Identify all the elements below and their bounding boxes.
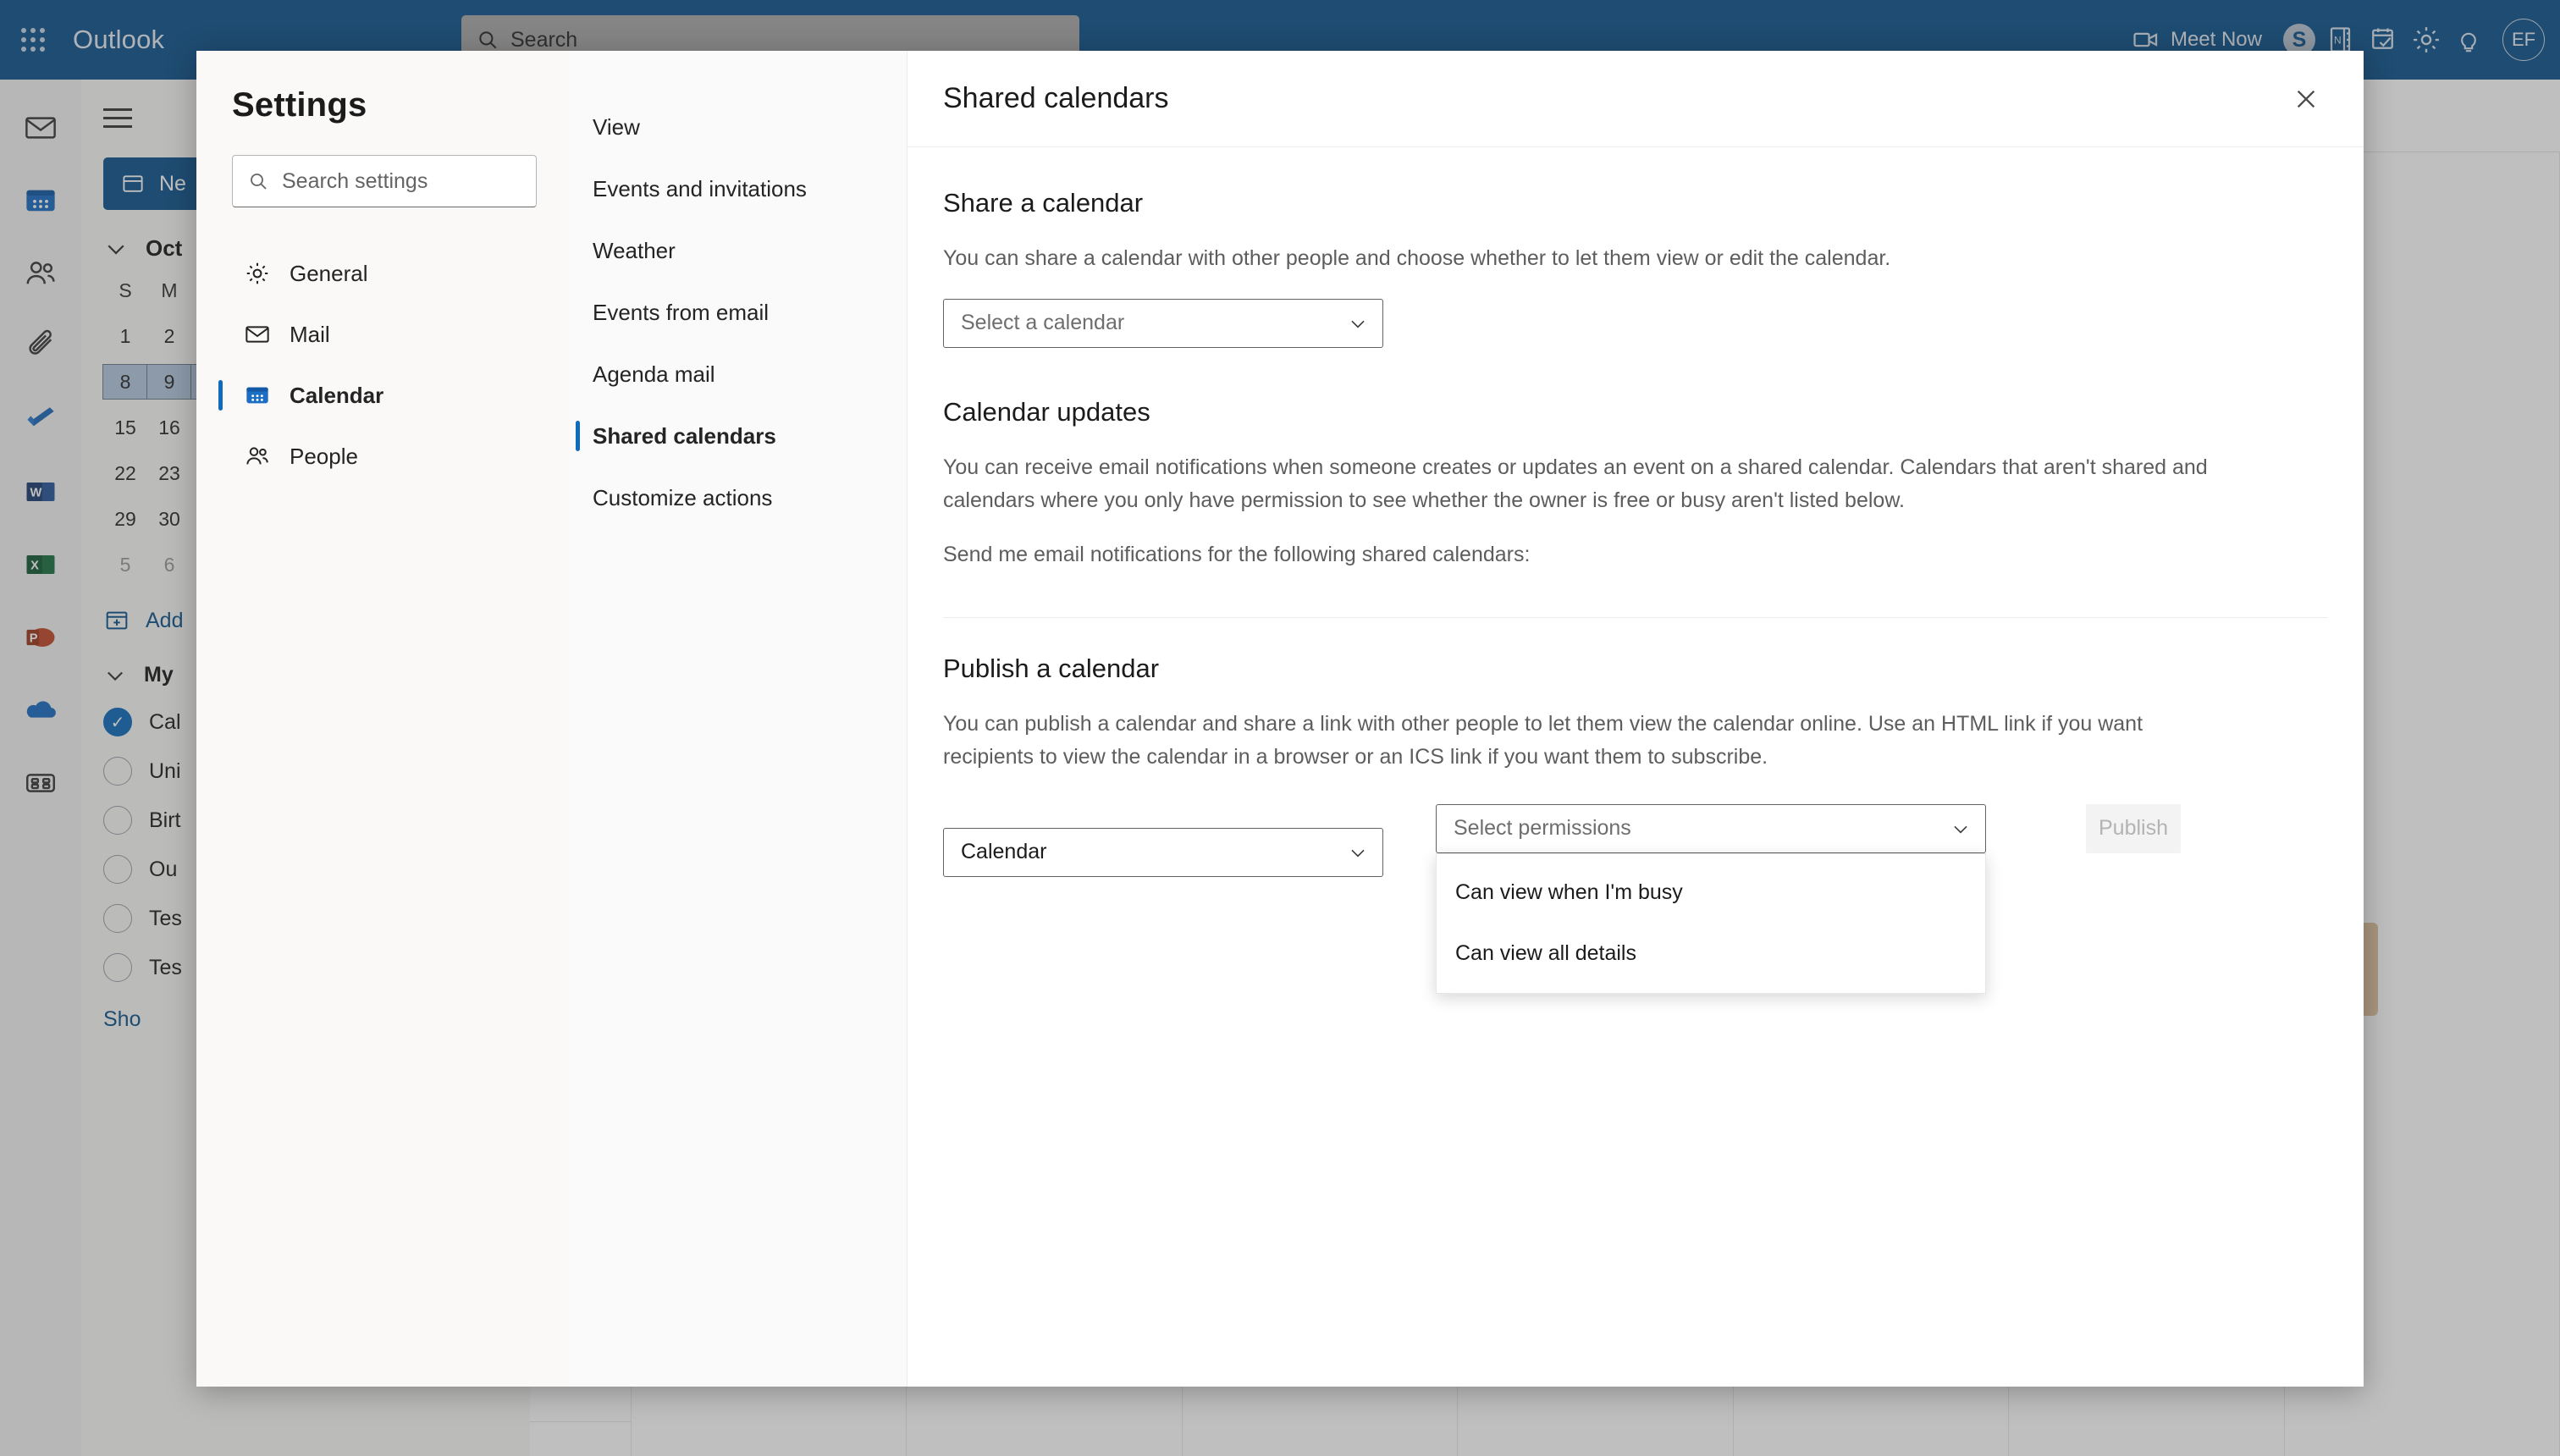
settings-category-general[interactable]: General — [232, 243, 540, 304]
permissions-option-label: Can view when I'm busy — [1455, 880, 1683, 904]
publish-calendar-controls: Calendar Select permissions Can view whe… — [943, 803, 2328, 994]
settings-content-heading: Shared calendars — [943, 82, 1169, 114]
publish-permissions-wrapper: Select permissions Can view when I'm bus… — [1436, 803, 1986, 994]
settings-subnav-view[interactable]: View — [569, 97, 907, 157]
share-calendar-description: You can share a calendar with other peop… — [943, 246, 1891, 270]
calendar-updates-section-title: Calendar updates — [943, 396, 1150, 427]
settings-category-list: General Mail Calendar People — [218, 243, 540, 487]
publish-calendar-select[interactable]: Calendar — [943, 827, 1383, 877]
settings-category-label: Mail — [290, 321, 330, 347]
settings-category-label: Calendar — [290, 382, 384, 408]
settings-subnav-shared-calendars[interactable]: Shared calendars — [569, 405, 907, 466]
settings-category-pane: Settings Search settings General Mail Ca… — [196, 51, 569, 1387]
settings-content-body: Share a calendar You can share a calenda… — [908, 147, 2364, 994]
publish-permissions-select-value: Select permissions — [1454, 816, 1631, 840]
publish-permissions-select[interactable]: Select permissions — [1436, 803, 1986, 853]
settings-subnav-label: Shared calendars — [593, 422, 776, 449]
publish-calendar-description: You can publish a calendar and share a l… — [943, 712, 2143, 769]
settings-content-header: Shared calendars — [908, 51, 2364, 147]
chevron-down-icon — [1954, 825, 1967, 833]
publish-button[interactable]: Publish — [2086, 803, 2181, 853]
settings-category-label: General — [290, 260, 368, 286]
share-calendar-select[interactable]: Select a calendar — [943, 298, 1383, 348]
publish-calendar-select-value: Calendar — [961, 840, 1047, 863]
settings-subnav-label: View — [593, 113, 640, 140]
settings-subnav-label: Customize actions — [593, 484, 773, 510]
settings-subnav-agenda-mail[interactable]: Agenda mail — [569, 344, 907, 405]
close-icon — [2297, 90, 2315, 108]
calendar-icon — [246, 387, 268, 404]
settings-category-label: People — [290, 443, 358, 469]
settings-search-placeholder: Search settings — [282, 168, 428, 193]
settings-subnav-label: Events and invitations — [593, 175, 807, 201]
settings-subnav-events-and-invitations[interactable]: Events and invitations — [569, 158, 907, 219]
search-icon — [251, 174, 267, 190]
publish-permissions-dropdown: Can view when I'm busy Can view all deta… — [1436, 852, 1986, 994]
settings-subnav-events-from-email[interactable]: Events from email — [569, 282, 907, 343]
permissions-option-label: Can view all details — [1455, 941, 1636, 965]
calendar-updates-subtext: Send me email notifications for the foll… — [943, 543, 1531, 567]
settings-subnav-label: Agenda mail — [593, 361, 715, 387]
settings-subnav-pane: View Events and invitations Weather Even… — [569, 51, 908, 1387]
settings-category-people[interactable]: People — [232, 426, 540, 487]
publish-calendar-section-title: Publish a calendar — [943, 654, 1160, 683]
settings-content-pane: Shared calendars Share a calendar You ca… — [908, 51, 2364, 1387]
section-divider — [943, 617, 2328, 618]
chevron-down-icon — [1351, 320, 1365, 328]
share-calendar-select-value: Select a calendar — [961, 311, 1125, 335]
settings-subnav-weather[interactable]: Weather — [569, 220, 907, 281]
settings-category-mail[interactable]: Mail — [232, 304, 540, 365]
permissions-option-can-view-all-details[interactable]: Can view all details — [1437, 924, 1985, 984]
settings-subnav-label: Events from email — [593, 299, 770, 325]
settings-search-input[interactable]: Search settings — [232, 155, 537, 207]
share-calendar-section-title: Share a calendar — [943, 188, 1144, 218]
settings-category-calendar[interactable]: Calendar — [218, 365, 540, 426]
outlook-app-root: Outlook Search Meet Now S N EF W X P Ne … — [0, 0, 2560, 1456]
close-button[interactable] — [2282, 75, 2330, 123]
settings-subnav-customize-actions[interactable]: Customize actions — [569, 467, 907, 528]
envelope-icon — [246, 326, 269, 343]
settings-subnav-label: Weather — [593, 237, 676, 263]
settings-dialog: Settings Search settings General Mail Ca… — [196, 51, 2364, 1387]
people-icon — [246, 447, 268, 465]
chevron-down-icon — [1351, 849, 1365, 857]
permissions-option-can-view-when-busy[interactable]: Can view when I'm busy — [1437, 863, 1985, 924]
gear-icon — [246, 262, 268, 284]
calendar-updates-description: You can receive email notifications when… — [943, 455, 2208, 512]
page-title: Settings — [232, 86, 367, 124]
